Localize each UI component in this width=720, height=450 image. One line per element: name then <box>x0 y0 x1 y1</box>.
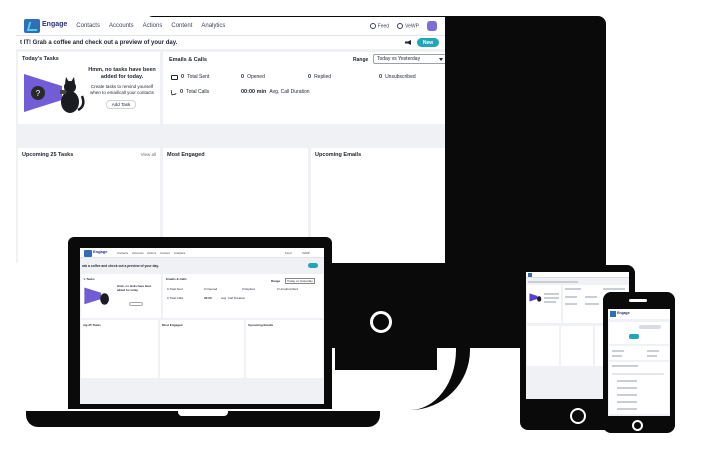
phone-icon <box>170 88 178 96</box>
nav-analytics[interactable]: Analytics <box>201 23 225 29</box>
laptop-tasks-card: 's Tasks Hmm, no tasks have been added f… <box>81 274 161 318</box>
laptop-greeting: rab a coffee and check out a preview of … <box>82 264 159 268</box>
feed-icon <box>369 22 376 29</box>
brand-name[interactable]: Engage <box>42 21 67 28</box>
user-menu[interactable]: VeWP <box>397 22 419 29</box>
nav-accounts[interactable]: Accounts <box>109 23 134 29</box>
monitor-screen: Engage Contacts Accounts Actions Content… <box>16 17 445 263</box>
range-label: Range <box>353 57 369 63</box>
laptop-feed[interactable]: Feed <box>285 251 291 255</box>
view-all-link[interactable]: View all <box>141 152 156 157</box>
total-sent-stat: 0 Total Sent <box>171 74 209 80</box>
laptop-user[interactable]: VeWP <box>302 251 310 255</box>
laptop-nav-analytics[interactable]: Analytics <box>174 251 185 255</box>
new-button[interactable]: New <box>417 38 439 47</box>
avatar[interactable] <box>427 21 437 31</box>
tablet-tasks-card <box>527 285 561 323</box>
avg-call-duration-stat: 00:00 min Avg. Call Duration <box>241 89 310 95</box>
laptop-nav-accounts[interactable]: Accounts <box>132 251 144 255</box>
laptop-nav-content[interactable]: Content <box>160 251 170 255</box>
envelope-icon <box>171 74 178 80</box>
tablet-home-button <box>570 408 586 424</box>
laptop-notch <box>178 411 228 416</box>
emails-calls-title: Emails & Calls <box>169 57 207 63</box>
phone-screen: Engage <box>608 309 670 416</box>
laptop-upcoming-tasks: ing 25 Tasks <box>81 320 158 378</box>
svg-text:?: ? <box>36 89 41 98</box>
laptop-screen: Engage Contacts Accounts Actions Content… <box>80 248 324 404</box>
phone-home-button <box>632 420 643 431</box>
laptop-add-task-button[interactable] <box>129 302 143 306</box>
phone-tasks-card <box>609 322 669 344</box>
tablet-nav <box>526 272 629 278</box>
unsubscribed-stat: 0 Unsubscribed <box>379 74 416 80</box>
monitor-stand <box>380 330 470 410</box>
laptop-logo-icon <box>84 250 92 257</box>
tasks-title: Today's Tasks <box>22 56 59 62</box>
phone-stats-card <box>609 346 669 360</box>
most-engaged-title: Most Engaged <box>167 152 205 158</box>
user-icon <box>397 22 404 29</box>
range-select[interactable]: Today vs Yesterday <box>373 54 445 64</box>
tablet-logo-icon <box>528 273 532 277</box>
phone-logo-icon <box>610 311 616 317</box>
tasks-empty-subtitle: Create tasks to remind yourself when to … <box>90 84 154 95</box>
nav-right: Feed VeWP <box>369 21 437 31</box>
greeting-text: t IT! Grab a coffee and check out a prev… <box>20 39 178 46</box>
tasks-empty-title: Hmm, no tasks have been added for today. <box>88 67 156 80</box>
laptop-nav: Engage Contacts Accounts Actions Content… <box>80 248 324 258</box>
devices-mockup: Engage Contacts Accounts Actions Content… <box>0 0 720 450</box>
megaphone-icon[interactable] <box>405 40 411 45</box>
tablet-illustration-icon <box>529 293 542 302</box>
phone-speaker <box>629 299 647 302</box>
cat-flashlight-illustration-icon: ? <box>24 74 85 113</box>
nav-content[interactable]: Content <box>171 23 192 29</box>
add-task-button[interactable]: Add Task <box>106 100 136 109</box>
opened-stat: 0 Opened <box>241 74 265 80</box>
emails-calls-card: Emails & Calls Range Today vs Yesterday … <box>163 52 445 124</box>
phone-nav: Engage <box>608 309 670 319</box>
todays-tasks-card: Today's Tasks ? Hmm, no tasks have been … <box>18 52 160 124</box>
feed-link[interactable]: Feed <box>369 22 389 29</box>
tablet-panel-2 <box>561 326 593 366</box>
laptop-new-button[interactable] <box>308 263 318 268</box>
total-calls-stat: 0 Total Calls <box>170 88 209 96</box>
phone-list-card <box>609 362 669 414</box>
nav-actions[interactable]: Actions <box>143 23 163 29</box>
laptop-range-select[interactable]: Today vs Yesterday <box>285 278 315 284</box>
laptop-nav-actions[interactable]: Actions <box>147 251 156 255</box>
tablet-panel-1 <box>527 326 559 366</box>
phone-today-tab[interactable] <box>629 334 639 339</box>
laptop-most-engaged: Most Engaged <box>160 320 244 378</box>
laptop-emails-card: Emails & Calls Range Today vs Yesterday … <box>163 274 323 318</box>
greeting-bar: t IT! Grab a coffee and check out a prev… <box>16 36 445 49</box>
upcoming-tasks-title: Upcoming 25 Tasks <box>22 152 74 158</box>
nav-contacts[interactable]: Contacts <box>76 23 100 29</box>
top-nav: Engage Contacts Accounts Actions Content… <box>16 17 445 36</box>
laptop-nav-contacts[interactable]: Contacts <box>117 251 128 255</box>
replied-stat: 0 Replied <box>308 74 332 80</box>
monitor-button <box>370 311 392 333</box>
laptop-illustration-icon <box>84 287 109 305</box>
upcoming-emails-title: Upcoming Emails <box>315 152 362 158</box>
laptop-upcoming-emails: Upcoming Emails <box>246 320 323 378</box>
engage-logo-icon[interactable] <box>24 19 40 33</box>
laptop-brand: Engage <box>93 249 108 254</box>
